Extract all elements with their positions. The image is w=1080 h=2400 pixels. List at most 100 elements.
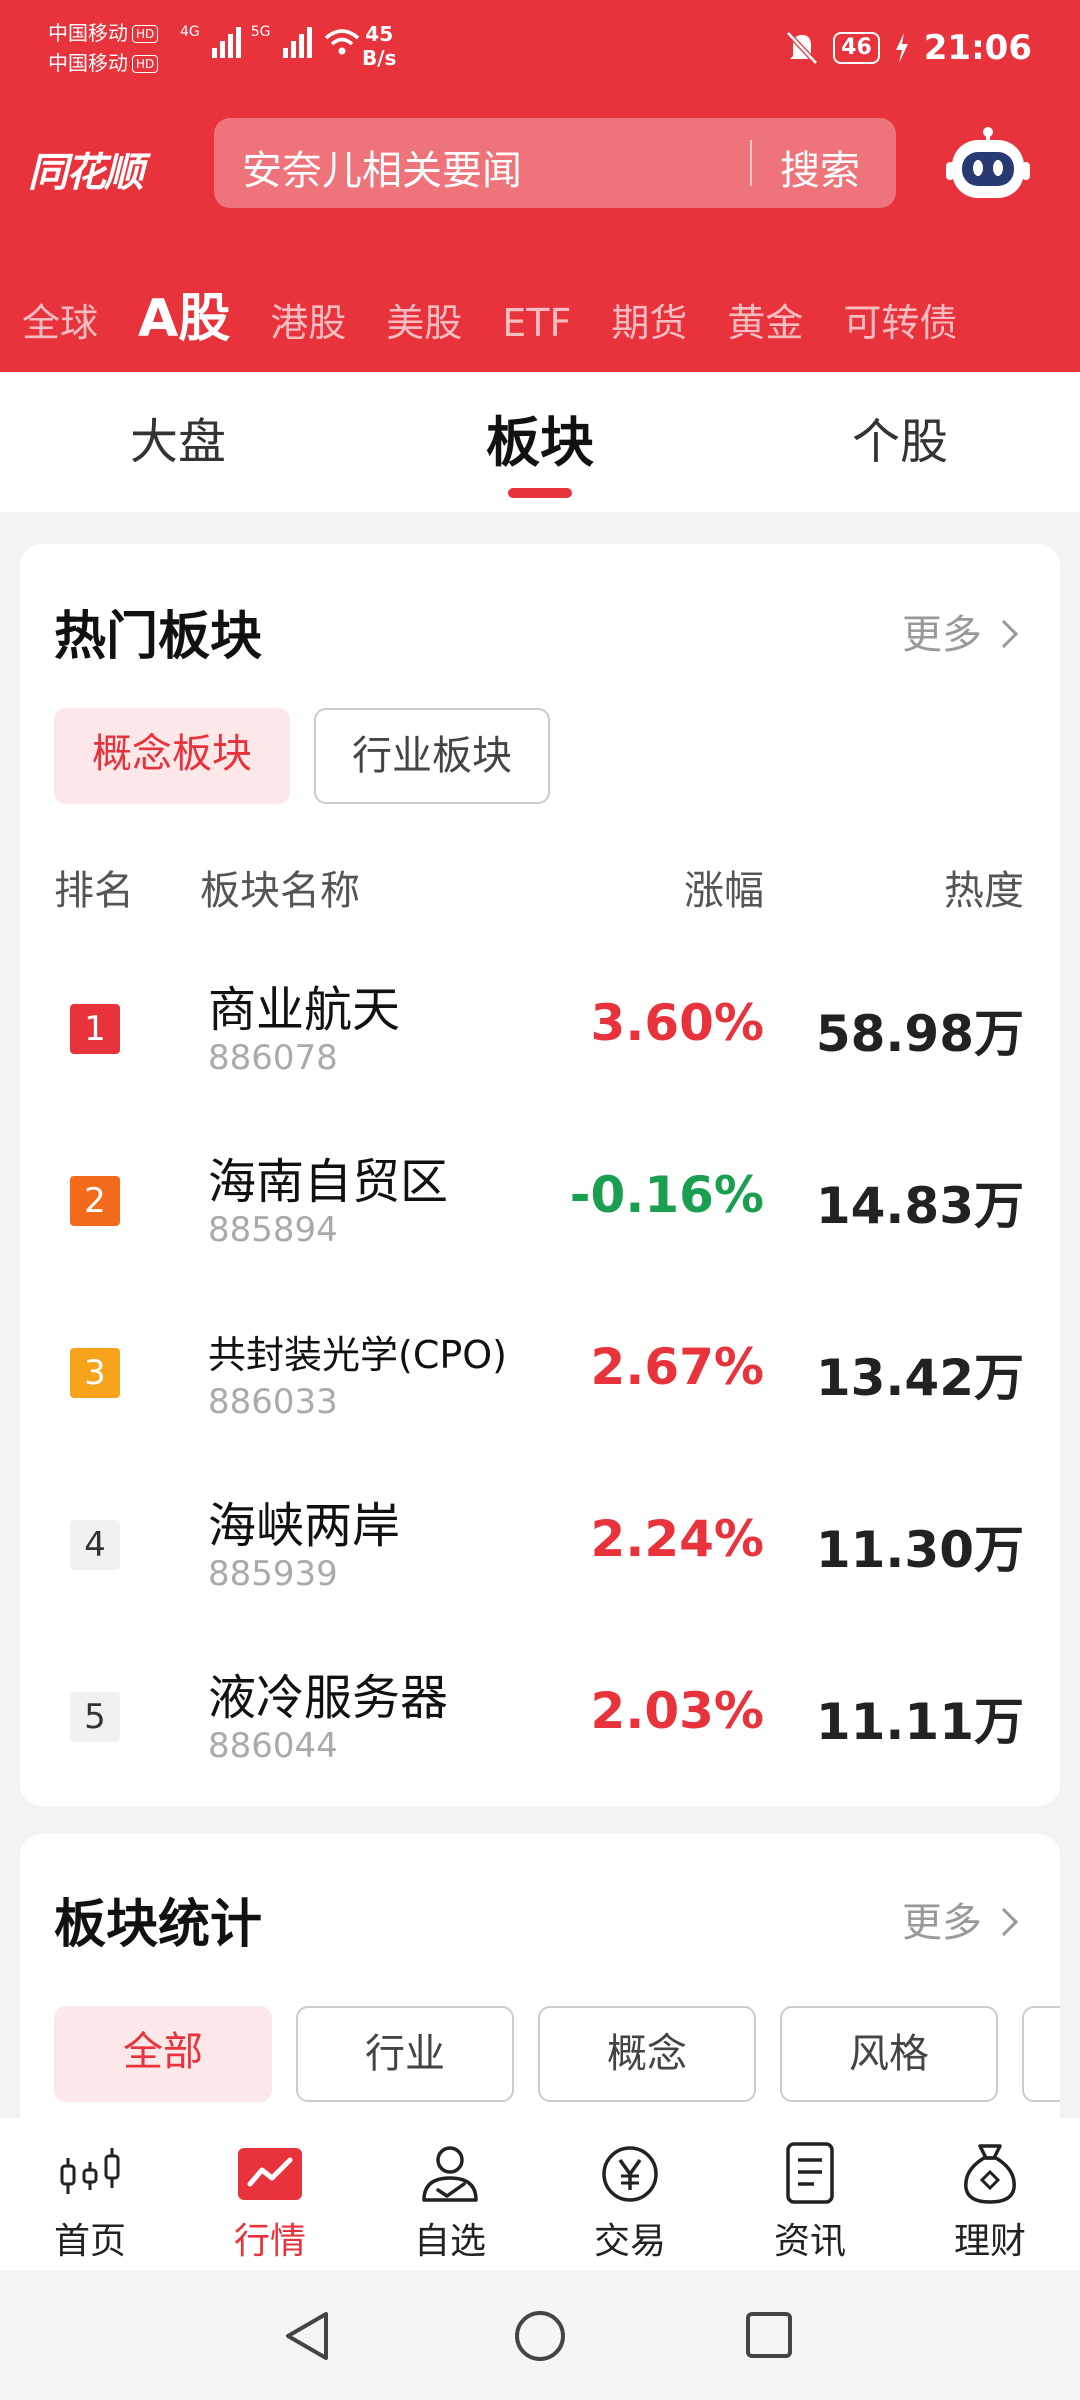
rank-badge: 5: [70, 1692, 120, 1742]
nav-label: 自选: [413, 2221, 486, 2262]
search-divider: [750, 140, 752, 186]
tab-gold[interactable]: 黄金: [727, 292, 803, 347]
status-bar: 中国移动 HD 中国移动 HD 4G 5G 45 B/s 46 21:06: [0, 0, 1080, 100]
network-speed-value: 45: [365, 22, 394, 46]
chevron-right-icon: [989, 1907, 1019, 1937]
money-bag-icon: [964, 2144, 1016, 2204]
market-tabs: 全球 A股 港股 美股 ETF 期货 黄金 可转债: [22, 276, 957, 351]
nav-label: 资讯: [773, 2221, 846, 2262]
nav-news[interactable]: 资讯: [740, 2136, 880, 2264]
hot-sectors-card: 热门板块 更多 概念板块 行业板块 排名 板块名称 涨幅 热度 1 商业航天 8…: [20, 544, 1060, 1806]
recents-icon[interactable]: [744, 2310, 794, 2360]
search-button[interactable]: 搜索: [780, 138, 860, 196]
seg-concept[interactable]: 概念板块: [54, 708, 290, 804]
assistant-robot-icon[interactable]: [946, 124, 1030, 202]
home-icon[interactable]: [512, 2308, 568, 2364]
filter-style[interactable]: 风格: [780, 2006, 998, 2102]
sector-name: 共封装光学(CPO): [208, 1333, 508, 1377]
subtab-market[interactable]: 大盘: [130, 402, 226, 472]
sector-heat: 11.30万: [815, 1521, 1024, 1579]
nav-trade[interactable]: 交易: [560, 2136, 700, 2264]
sector-name: 海南自贸区: [208, 1154, 449, 1210]
rank-badge: 4: [70, 1520, 120, 1570]
table-row[interactable]: 1 商业航天 886078 3.60% 58.98万: [20, 950, 1060, 1122]
market-chart-icon: [238, 2148, 302, 2200]
tab-global[interactable]: 全球: [22, 292, 98, 347]
carrier-2: 中国移动: [48, 51, 128, 75]
sector-code: 886044: [208, 1726, 338, 1766]
nav-market[interactable]: 行情: [200, 2136, 340, 2264]
nav-label: 交易: [593, 2221, 666, 2262]
app-logo[interactable]: 同花顺: [28, 140, 144, 198]
user-check-icon: [422, 2146, 478, 2202]
tab-hk[interactable]: 港股: [270, 292, 346, 347]
back-icon[interactable]: [282, 2308, 332, 2364]
wifi-icon: [324, 29, 359, 55]
carrier-1: 中国移动: [48, 21, 128, 45]
document-icon: [786, 2142, 834, 2204]
sector-code: 886078: [208, 1038, 338, 1078]
nav-home[interactable]: 首页: [20, 2136, 160, 2264]
rank-badge: 2: [70, 1176, 120, 1226]
sector-heat: 13.42万: [815, 1349, 1024, 1407]
nav-watchlist[interactable]: 自选: [380, 2136, 520, 2264]
col-change[interactable]: 涨幅: [684, 858, 764, 916]
tab-a-share[interactable]: A股: [138, 276, 230, 351]
sector-stats-card: 板块统计 更多 全部 行业 概念 风格: [20, 1834, 1060, 2118]
tab-us[interactable]: 美股: [386, 292, 462, 347]
card-title: 板块统计: [54, 1895, 263, 1955]
hd-badge: HD: [132, 55, 159, 73]
more-link[interactable]: 更多: [902, 602, 1019, 660]
sector-change: 2.67%: [590, 1338, 764, 1396]
sector-name: 液冷服务器: [208, 1670, 449, 1726]
sector-code: 885939: [208, 1554, 338, 1594]
signal-icons: 4G 5G: [180, 24, 362, 58]
seg-industry[interactable]: 行业板块: [314, 708, 550, 804]
network-4g-label: 4G: [180, 24, 200, 40]
filter-more-partial[interactable]: [1022, 2006, 1060, 2102]
card-title: 热门板块: [54, 607, 263, 667]
search-input[interactable]: 安奈儿相关要闻: [242, 138, 522, 196]
rank-badge: 1: [70, 1004, 120, 1054]
nav-label: 行情: [233, 2221, 306, 2262]
sector-change: 3.60%: [590, 994, 764, 1052]
search-bar[interactable]: 安奈儿相关要闻 搜索: [214, 118, 896, 208]
nav-wealth[interactable]: 理财: [920, 2136, 1060, 2264]
more-label: 更多: [902, 612, 982, 658]
charging-icon: [895, 33, 908, 63]
col-heat[interactable]: 热度: [944, 858, 1024, 916]
signal-bars-icon: [282, 24, 312, 58]
bell-off-icon: [786, 31, 818, 65]
app-header: 中国移动 HD 中国移动 HD 4G 5G 45 B/s 46 21:06 同花顺 …: [0, 0, 1080, 372]
subtab-sector[interactable]: 板块: [486, 398, 594, 477]
signal-bars-icon: [211, 24, 241, 58]
subtab-stock[interactable]: 个股: [852, 402, 948, 472]
clock: 21:06: [923, 28, 1032, 68]
tab-convertible[interactable]: 可转债: [843, 292, 957, 347]
system-nav-bar: [0, 2270, 1080, 2400]
filter-industry[interactable]: 行业: [296, 2006, 514, 2102]
sector-heat: 58.98万: [815, 1005, 1024, 1063]
table-row[interactable]: 5 液冷服务器 886044 2.03% 11.11万: [20, 1638, 1060, 1810]
sector-name: 商业航天: [208, 982, 401, 1038]
sector-change: 2.24%: [590, 1510, 764, 1568]
table-row[interactable]: 4 海峡两岸 885939 2.24% 11.30万: [20, 1466, 1060, 1638]
sector-change: 2.03%: [590, 1682, 764, 1740]
tab-etf[interactable]: ETF: [502, 301, 571, 345]
sector-heat: 14.83万: [815, 1177, 1024, 1235]
nav-label: 首页: [53, 2221, 126, 2262]
more-label: 更多: [902, 1900, 982, 1946]
table-row[interactable]: 2 海南自贸区 885894 -0.16% 14.83万: [20, 1122, 1060, 1294]
filter-all[interactable]: 全部: [54, 2006, 272, 2102]
more-link[interactable]: 更多: [902, 1890, 1019, 1948]
yen-coin-icon: [602, 2146, 658, 2202]
sector-code: 885894: [208, 1210, 338, 1250]
status-right: 46 21:06: [785, 28, 1032, 68]
filter-concept[interactable]: 概念: [538, 2006, 756, 2102]
tab-futures[interactable]: 期货: [611, 292, 687, 347]
table-row[interactable]: 3 共封装光学(CPO) 886033 2.67% 13.42万: [20, 1294, 1060, 1466]
chevron-right-icon: [989, 619, 1019, 649]
carrier-info: 中国移动 HD 中国移动 HD: [48, 18, 159, 78]
hd-badge: HD: [132, 25, 159, 43]
col-rank: 排名: [54, 868, 134, 914]
